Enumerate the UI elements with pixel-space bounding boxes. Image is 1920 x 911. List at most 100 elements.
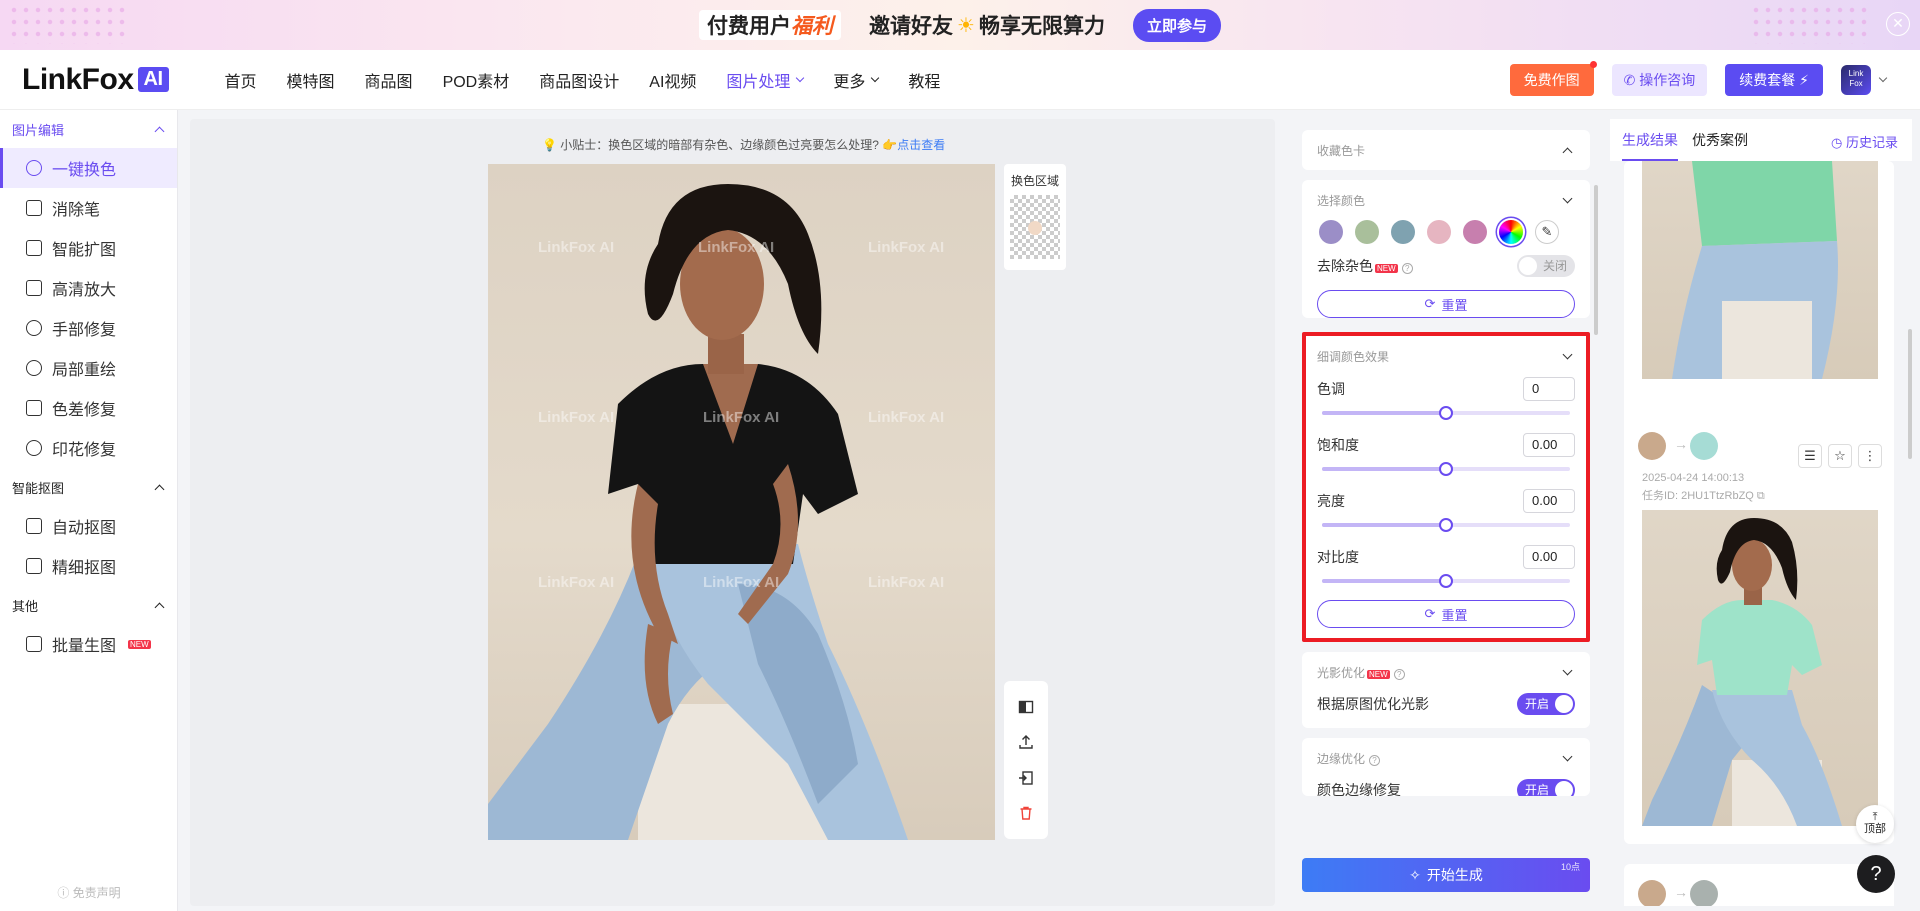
color-swatch[interactable] — [1319, 220, 1343, 244]
brightness-input[interactable]: 0.00 — [1523, 489, 1575, 513]
logo[interactable]: LinkFox AI — [22, 63, 169, 97]
color-swatch[interactable] — [1427, 220, 1451, 244]
sidebar-item-upscale[interactable]: 高清放大 — [0, 268, 177, 308]
color-swatch[interactable] — [1463, 220, 1487, 244]
sidebar-group-cutout[interactable]: 智能抠图 — [0, 468, 177, 506]
start-generate-button[interactable]: ✧ 开始生成 10点 — [1302, 858, 1590, 892]
result-image[interactable] — [1642, 161, 1878, 379]
brightness-slider[interactable] — [1322, 514, 1570, 536]
sidebar-item-auto-cutout[interactable]: 自动抠图 — [0, 506, 177, 546]
light-optimize-toggle[interactable]: 开启 — [1517, 693, 1575, 715]
nav-ai-video[interactable]: AI视频 — [649, 68, 696, 92]
sidebar-item-eraser[interactable]: 消除笔 — [0, 188, 177, 228]
nav-model[interactable]: 模特图 — [287, 68, 335, 92]
custom-color-wheel[interactable] — [1499, 220, 1523, 244]
color-swatch[interactable] — [1391, 220, 1415, 244]
hue-input[interactable]: 0 — [1523, 377, 1575, 401]
tab-cases[interactable]: 优秀案例 — [1692, 119, 1748, 161]
star-icon[interactable]: ☆ — [1828, 444, 1852, 468]
delete-icon[interactable] — [1018, 805, 1034, 821]
hue-slider[interactable] — [1322, 402, 1570, 424]
banner-decoration — [8, 4, 128, 44]
chevron-up-icon — [154, 602, 165, 612]
slider-handle[interactable] — [1439, 462, 1453, 476]
help-icon[interactable]: ? — [1393, 668, 1405, 680]
back-to-top-button[interactable]: ⤒ 顶部 — [1856, 805, 1894, 843]
sidebar-item-expand[interactable]: 智能扩图 — [0, 228, 177, 268]
panel-scrollbar[interactable] — [1594, 185, 1598, 335]
nav-product-design[interactable]: 商品图设计 — [539, 68, 619, 92]
nav-pod[interactable]: POD素材 — [443, 68, 510, 92]
source-thumbnail[interactable] — [1638, 880, 1666, 906]
promo-join-button[interactable]: 立即参与 — [1132, 8, 1221, 42]
reset-color-button[interactable]: ⟳ 重置 — [1317, 290, 1575, 318]
sidebar-item-batch[interactable]: 批量生图 NEW — [0, 624, 177, 664]
consult-button[interactable]: ✆ 操作咨询 — [1611, 64, 1708, 96]
help-button[interactable]: ? — [1857, 855, 1895, 893]
sidebar-item-hand-fix[interactable]: 手部修复 — [0, 308, 177, 348]
nav-product[interactable]: 商品图 — [365, 68, 413, 92]
saturation-slider[interactable] — [1322, 458, 1570, 480]
contrast-slider[interactable] — [1322, 570, 1570, 592]
sidebar-group-other[interactable]: 其他 — [0, 586, 177, 624]
group-label: 图片编辑 — [12, 122, 65, 138]
sidebar-item-print-fix[interactable]: 印花修复 — [0, 428, 177, 468]
promo-banner[interactable]: 付费用户 福利 邀请好友 ☀ 畅享无限算力 立即参与 ✕ — [0, 0, 1920, 50]
user-menu[interactable]: Link Fox — [1841, 65, 1888, 95]
source-thumbnail[interactable] — [1638, 432, 1666, 460]
color-swatch[interactable] — [1355, 220, 1379, 244]
saturation-input[interactable]: 0.00 — [1523, 433, 1575, 457]
compare-icon[interactable] — [1018, 699, 1034, 715]
watermark: LinkFox AI — [703, 574, 780, 591]
nav-home[interactable]: 首页 — [225, 68, 257, 92]
light-optimize-header[interactable]: 光影优化 NEW? — [1317, 652, 1575, 692]
edge-optimize-label: 颜色边缘修复 — [1317, 782, 1401, 796]
nav-more[interactable]: 更多 — [833, 68, 880, 92]
close-icon[interactable]: ✕ — [1886, 12, 1910, 36]
disclaimer-link[interactable]: ⓘ 免责声明 — [0, 884, 178, 901]
edge-optimize-header[interactable]: 边缘优化? — [1317, 738, 1575, 778]
eraser-icon — [26, 200, 42, 216]
results-scrollbar[interactable] — [1908, 329, 1912, 459]
upload-icon[interactable] — [1018, 734, 1034, 750]
result-card: → ☰ ☆ ⋮ 2025-04-24 14:00:13 任务ID: 2HU1Tt… — [1624, 414, 1894, 844]
slider-handle[interactable] — [1439, 574, 1453, 588]
result-image[interactable] — [1642, 510, 1878, 826]
sidebar-item-color-fix[interactable]: 色差修复 — [0, 388, 177, 428]
help-icon[interactable]: ? — [1369, 754, 1381, 766]
contrast-input[interactable]: 0.00 — [1523, 545, 1575, 569]
eyedropper-icon[interactable]: ✎ — [1535, 220, 1559, 244]
watermark: LinkFox AI — [538, 574, 615, 591]
fine-tune-header[interactable]: 细调颜色效果 — [1317, 336, 1575, 376]
light-optimize-label: 根据原图优化光影 — [1317, 696, 1429, 712]
history-link[interactable]: ◷ 历史记录 — [1831, 132, 1898, 151]
tip-link-label: 点击查看 — [897, 138, 946, 152]
slider-handle[interactable] — [1439, 406, 1453, 420]
adjust-icon[interactable]: ☰ — [1798, 444, 1822, 468]
reset-adjust-button[interactable]: ⟳ 重置 — [1317, 600, 1575, 628]
copy-icon[interactable]: ⧉ — [1757, 490, 1765, 502]
select-color-header[interactable]: 选择颜色 — [1317, 180, 1575, 220]
more-icon[interactable]: ⋮ — [1858, 444, 1882, 468]
collect-colors-header[interactable]: 收藏色卡 — [1317, 130, 1575, 170]
sidebar-group-edit[interactable]: 图片编辑 — [0, 110, 177, 148]
tip-link[interactable]: 👉点击查看 — [882, 138, 945, 152]
slider-handle[interactable] — [1439, 518, 1453, 532]
free-draw-button[interactable]: 免费作图 — [1509, 61, 1597, 96]
source-photo[interactable]: LinkFox AI LinkFox AI LinkFox AI LinkFox… — [488, 164, 995, 840]
main-nav: 首页 模特图 商品图 POD素材 商品图设计 AI视频 图片处理 更多 教程 — [225, 68, 940, 92]
edge-optimize-toggle[interactable]: 开启 — [1517, 779, 1575, 796]
nav-image-processing[interactable]: 图片处理 — [726, 68, 805, 92]
cutout-icon[interactable] — [1018, 770, 1034, 786]
nav-tutorial[interactable]: 教程 — [908, 68, 940, 92]
remove-noise-toggle[interactable]: 关闭 — [1517, 255, 1575, 277]
help-icon[interactable]: ? — [1401, 263, 1413, 274]
recolor-area-thumbnail[interactable]: 换色区域 — [1004, 164, 1066, 270]
renew-button[interactable]: 续费套餐 ⚡ — [1725, 64, 1823, 96]
sidebar-item-inpaint[interactable]: 局部重绘 — [0, 348, 177, 388]
nav-label: 教程 — [908, 73, 941, 91]
sidebar-item-fine-cutout[interactable]: 精细抠图 — [0, 546, 177, 586]
avatar[interactable]: Link Fox — [1841, 65, 1871, 95]
sidebar-item-recolor[interactable]: 一键换色 — [0, 148, 177, 188]
tab-results[interactable]: 生成结果 — [1622, 119, 1678, 161]
